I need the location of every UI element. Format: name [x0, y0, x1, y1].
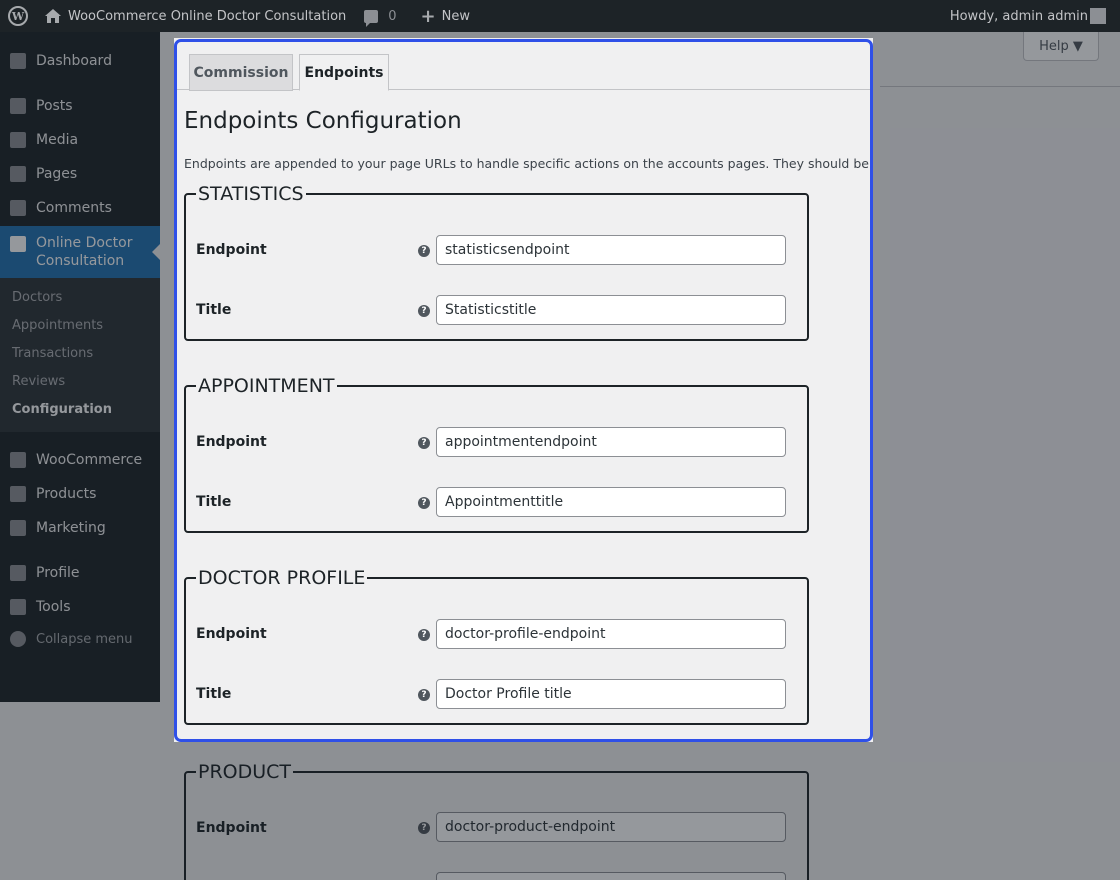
overlay-left: [0, 38, 174, 880]
statistics-endpoint-field[interactable]: [436, 235, 786, 265]
new-label: New: [441, 8, 470, 24]
endpoint-label: Endpoint: [196, 242, 267, 258]
section-legend: STATISTICS: [198, 183, 304, 205]
tab-bar: Commission Endpoints: [177, 42, 870, 91]
new-content-button[interactable]: + New: [397, 0, 470, 32]
section-doctor-profile: DOCTOR PROFILE Endpoint ? Title ?: [184, 567, 809, 725]
user-greeting[interactable]: Howdy, admin admin: [950, 9, 1088, 24]
title-label: Title: [196, 302, 232, 318]
comments-link[interactable]: 0: [346, 0, 397, 32]
endpoints-panel: Commission Endpoints Endpoints Configura…: [174, 39, 873, 742]
wordpress-logo-icon: W: [8, 6, 28, 26]
doctor-profile-endpoint-field[interactable]: [436, 619, 786, 649]
page-description: Endpoints are appended to your page URLs…: [184, 156, 873, 171]
tab-endpoints[interactable]: Endpoints: [299, 54, 389, 91]
home-icon: [45, 9, 61, 23]
comment-count: 0: [388, 8, 397, 24]
appointment-title-field[interactable]: [436, 487, 786, 517]
admin-bar: W WooCommerce Online Doctor Consultation…: [0, 0, 1120, 32]
site-name: WooCommerce Online Doctor Consultation: [68, 8, 347, 24]
title-label: Title: [196, 494, 232, 510]
site-name-link[interactable]: WooCommerce Online Doctor Consultation: [28, 0, 346, 32]
avatar[interactable]: [1090, 8, 1106, 24]
help-icon[interactable]: ?: [418, 689, 430, 701]
help-icon[interactable]: ?: [418, 437, 430, 449]
help-icon[interactable]: ?: [418, 245, 430, 257]
overlay-bottom: [174, 742, 873, 880]
plus-icon: +: [420, 5, 436, 27]
endpoint-label: Endpoint: [196, 434, 267, 450]
help-icon[interactable]: ?: [418, 305, 430, 317]
statistics-title-field[interactable]: [436, 295, 786, 325]
help-icon[interactable]: ?: [418, 497, 430, 509]
page-title: Endpoints Configuration: [184, 108, 462, 134]
appointment-endpoint-field[interactable]: [436, 427, 786, 457]
help-icon[interactable]: ?: [418, 629, 430, 641]
title-label: Title: [196, 686, 232, 702]
comment-bubble-icon: [364, 9, 379, 27]
section-legend: DOCTOR PROFILE: [198, 567, 366, 589]
overlay-right: [873, 38, 1120, 880]
doctor-profile-title-field[interactable]: [436, 679, 786, 709]
wordpress-logo-button[interactable]: W: [0, 0, 28, 32]
section-legend: APPOINTMENT: [198, 375, 335, 397]
tab-commission[interactable]: Commission: [189, 54, 293, 91]
endpoint-label: Endpoint: [196, 626, 267, 642]
section-appointment: APPOINTMENT Endpoint ? Title ?: [184, 375, 809, 533]
section-statistics: STATISTICS Endpoint ? Title ?: [184, 183, 809, 341]
